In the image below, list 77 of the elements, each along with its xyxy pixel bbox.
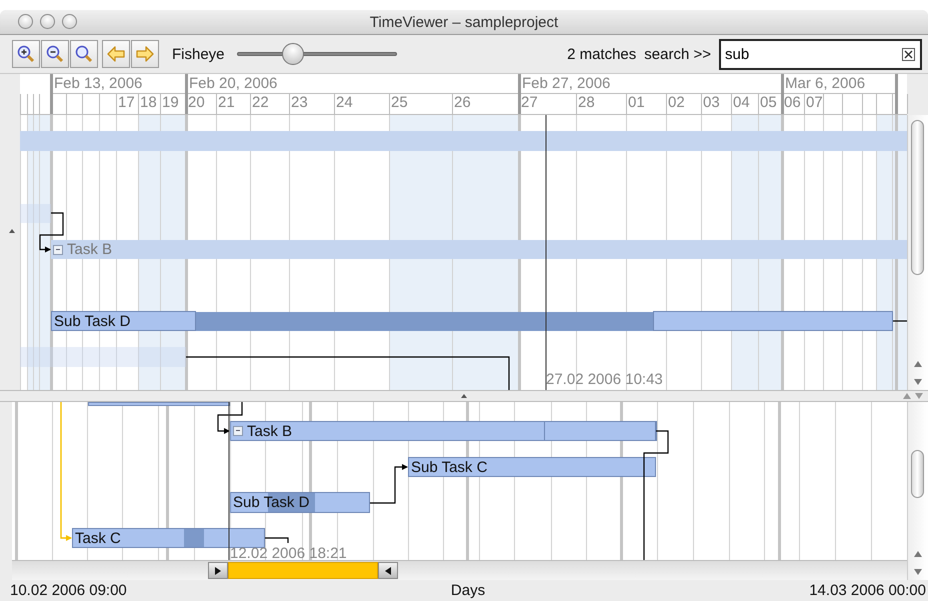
arrow-right-icon: [135, 45, 155, 63]
zoom-in-button[interactable]: [12, 40, 40, 68]
range-end: 14.03 2006 00:00: [809, 582, 926, 599]
arrow-left-icon: [106, 45, 126, 63]
task-label: Sub Task C: [411, 458, 488, 476]
window-title: TimeViewer – sampleproject: [370, 14, 558, 30]
range-start: 10.02 2006 09:00: [10, 582, 127, 599]
magnifier-icon: [74, 44, 94, 64]
day-label: 28: [577, 94, 596, 113]
task-bar[interactable]: Task B: [230, 421, 656, 441]
day-label: 17: [117, 94, 136, 113]
day-label: 04: [732, 94, 751, 113]
task-label: Task C: [75, 530, 121, 546]
day-label: 01: [627, 94, 646, 113]
match-count: 2 matches: [567, 46, 636, 62]
search-label: search >>: [644, 46, 711, 62]
dependency-arrow: [217, 402, 243, 434]
collapse-icon[interactable]: [53, 244, 63, 254]
task-bar[interactable]: Sub Task D: [230, 492, 370, 513]
dependency-arrow: [39, 212, 64, 252]
scroll-thumb[interactable]: [911, 450, 924, 498]
search-field[interactable]: sub: [719, 38, 922, 70]
day-label: 02: [667, 94, 686, 113]
dependency-line: [265, 537, 289, 543]
cursor-time: 27.02 2006 10:43: [546, 371, 663, 388]
arrow-left-icon[interactable]: [378, 562, 398, 579]
scroll-thumb[interactable]: [911, 120, 924, 275]
cursor-time: 12.02 2006 18:21: [230, 545, 347, 560]
collapse-icon[interactable]: [8, 228, 16, 234]
day-label: 23: [290, 94, 309, 113]
day-label: 26: [453, 94, 472, 113]
scroll-left-button[interactable]: [102, 40, 130, 68]
fisheye-slider[interactable]: [236, 43, 397, 65]
day-label: 22: [251, 94, 270, 113]
day-label: 05: [759, 94, 778, 113]
day-label: 24: [335, 94, 354, 113]
fisheye-label: Fisheye: [172, 46, 225, 62]
day-label: 25: [390, 94, 409, 113]
dependency-arrow: [370, 464, 408, 504]
time-unit: Days: [450, 582, 486, 599]
task-label: Sub Task D: [54, 312, 130, 330]
task-label: Task B: [247, 422, 292, 440]
collapse-icon[interactable]: [460, 393, 468, 399]
day-label: 07: [805, 94, 823, 113]
day-label: 06: [783, 94, 802, 113]
task-bar[interactable]: Sub Task D: [51, 311, 196, 331]
task-bar[interactable]: [653, 311, 893, 331]
zoom-reset-button[interactable]: [70, 40, 98, 68]
scroll-right-button[interactable]: [131, 40, 159, 68]
task-bar[interactable]: [88, 402, 230, 406]
vertical-scrollbar[interactable]: [907, 115, 928, 390]
vertical-scrollbar[interactable]: [907, 402, 928, 580]
task-bar[interactable]: Task C: [72, 528, 265, 548]
clear-icon[interactable]: [902, 48, 915, 60]
day-label: 18: [139, 94, 158, 113]
zoom-button[interactable]: [62, 14, 77, 29]
horizontal-scrollbar[interactable]: [12, 560, 907, 580]
zoom-out-button[interactable]: [41, 40, 69, 68]
slider-thumb[interactable]: [282, 43, 304, 65]
day-label: 03: [702, 94, 721, 113]
close-button[interactable]: [18, 14, 33, 29]
range-thumb[interactable]: [228, 562, 378, 579]
day-label: 19: [161, 94, 180, 113]
dependency-line: [893, 320, 907, 322]
task-bar[interactable]: Sub Task C: [408, 457, 656, 477]
minimize-button[interactable]: [40, 14, 55, 29]
arrow-right-icon[interactable]: [208, 562, 228, 579]
task-label: Sub Task D: [233, 494, 310, 511]
task-label: Task B: [67, 241, 112, 258]
zoom-out-icon: [45, 44, 65, 64]
collapse-icon[interactable]: [233, 426, 243, 436]
day-label: 21: [217, 94, 236, 113]
day-label: 27: [520, 94, 539, 113]
day-label: 20: [187, 94, 206, 113]
zoom-in-icon: [16, 44, 36, 64]
split-arrows-icon[interactable]: [902, 392, 924, 400]
task-bar-segment[interactable]: [544, 421, 657, 441]
